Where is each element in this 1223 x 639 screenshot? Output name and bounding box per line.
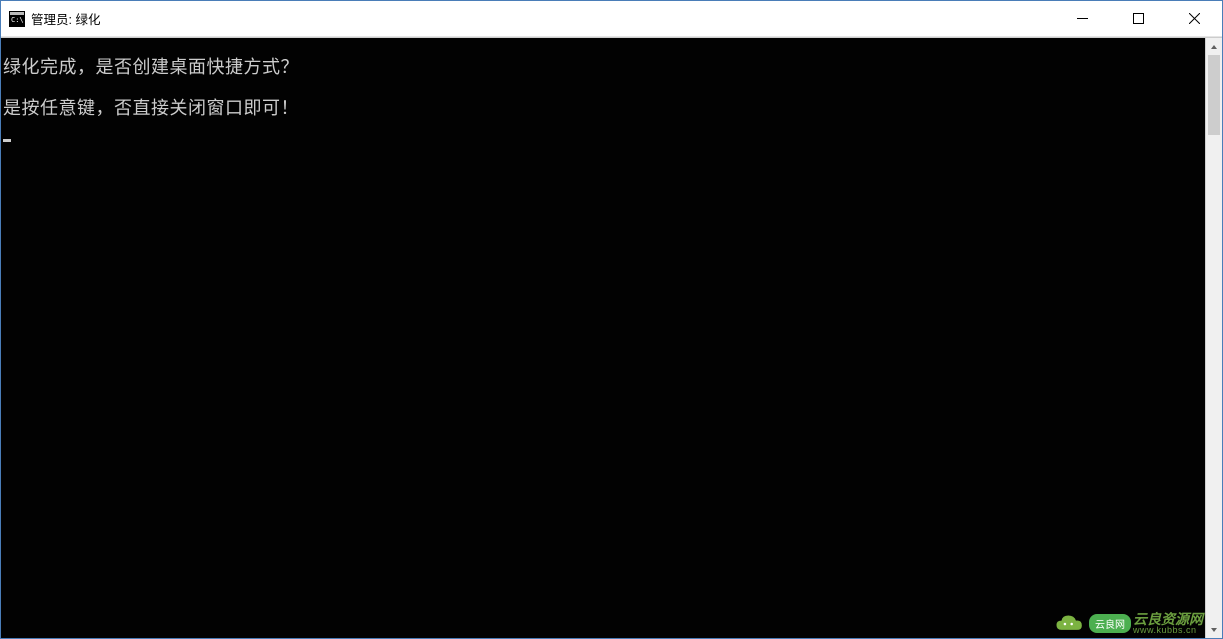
cloud-icon bbox=[1053, 613, 1087, 635]
svg-text:C:\: C:\ bbox=[11, 16, 24, 24]
titlebar[interactable]: C:\ 管理员: 绿化 bbox=[1, 1, 1222, 37]
vertical-scrollbar[interactable] bbox=[1205, 38, 1222, 638]
window-controls bbox=[1054, 1, 1222, 36]
application-window: C:\ 管理员: 绿化 绿化完成，是否创建桌面快捷方式？ 是按任意键，否直接关闭… bbox=[0, 0, 1223, 639]
maximize-button[interactable] bbox=[1110, 1, 1166, 36]
close-button[interactable] bbox=[1166, 1, 1222, 36]
scrollbar-thumb[interactable] bbox=[1208, 55, 1220, 135]
console-line: 是按任意键，否直接关闭窗口即可！ bbox=[1, 97, 1205, 120]
minimize-button[interactable] bbox=[1054, 1, 1110, 36]
watermark: 云良网 云良资源网 www.kubbs.cn bbox=[1053, 612, 1203, 635]
watermark-badge: 云良网 bbox=[1089, 614, 1131, 633]
scroll-up-arrow-icon[interactable] bbox=[1206, 38, 1222, 55]
watermark-name: 云良资源网 bbox=[1133, 612, 1203, 626]
scroll-down-arrow-icon[interactable] bbox=[1206, 621, 1222, 638]
cursor bbox=[1, 121, 1205, 144]
cmd-icon: C:\ bbox=[9, 11, 25, 27]
content-area: 绿化完成，是否创建桌面快捷方式？ 是按任意键，否直接关闭窗口即可！ bbox=[1, 37, 1222, 638]
console-output[interactable]: 绿化完成，是否创建桌面快捷方式？ 是按任意键，否直接关闭窗口即可！ bbox=[1, 38, 1205, 638]
watermark-url: www.kubbs.cn bbox=[1133, 626, 1203, 635]
console-line: 绿化完成，是否创建桌面快捷方式？ bbox=[1, 56, 1205, 79]
window-title: 管理员: 绿化 bbox=[31, 9, 100, 28]
